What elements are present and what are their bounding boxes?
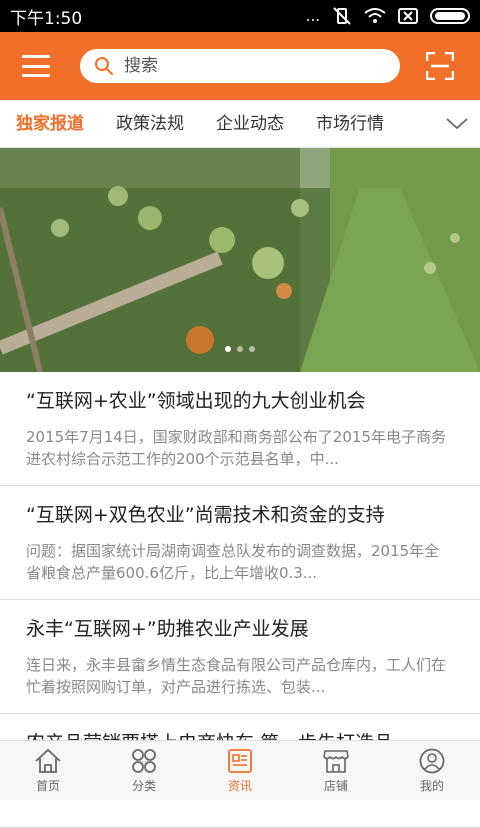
category-icon <box>132 748 156 773</box>
search-icon <box>95 57 113 75</box>
menu-button[interactable] <box>0 32 72 100</box>
tab-policy[interactable]: 政策法规 <box>100 100 200 148</box>
nav-category[interactable]: 分类 <box>96 741 192 800</box>
carousel-indicator <box>0 346 480 352</box>
carousel-dot <box>225 346 231 352</box>
news-summary: 2015年7月14日，国家财政部和商务部公布了2015年电子商务进农村综合示范工… <box>26 428 446 468</box>
no-sim-icon <box>398 8 418 24</box>
store-icon <box>323 749 349 773</box>
status-time: 下午1:50 <box>10 8 83 29</box>
chevron-down-icon <box>446 117 468 129</box>
nav-label: 首页 <box>35 778 60 793</box>
news-summary: 连日来，永丰县畲乡情生态食品有限公司产品仓库内，工人们在忙着按照网购订单，对产品… <box>26 656 447 696</box>
status-bar: 下午1:50 ... <box>0 0 480 32</box>
wifi-icon <box>364 8 386 23</box>
search-input[interactable] <box>124 56 364 76</box>
nav-label: 资讯 <box>227 778 252 793</box>
scan-icon <box>426 52 454 80</box>
nav-news[interactable]: 资讯 <box>192 741 288 800</box>
status-icons: ... <box>306 7 470 25</box>
nav-store[interactable]: 店铺 <box>288 741 384 800</box>
carousel-dot <box>237 346 243 352</box>
news-title: 永丰“互联网+”助推农业产业发展 <box>26 618 309 640</box>
tab-exclusive[interactable]: 独家报道 <box>0 100 100 148</box>
nav-profile[interactable]: 我的 <box>384 741 480 800</box>
hamburger-icon <box>22 55 50 77</box>
banner-image <box>0 148 480 372</box>
mute-vibrate-icon <box>333 7 351 25</box>
home-icon <box>35 748 61 773</box>
tab-market[interactable]: 市场行情 <box>300 100 400 148</box>
tab-company-news[interactable]: 企业动态 <box>200 100 300 148</box>
app-header <box>0 32 480 100</box>
list-item[interactable]: 永丰“互联网+”助推农业产业发展 连日来，永丰县畲乡情生态食品有限公司产品仓库内… <box>0 600 480 714</box>
category-tabs: 独家报道 政策法规 企业动态 市场行情 <box>0 100 480 148</box>
search-bar[interactable] <box>80 49 400 83</box>
scan-button[interactable] <box>400 32 480 100</box>
nav-label: 我的 <box>419 778 444 793</box>
battery-icon <box>430 8 470 24</box>
bottom-nav: 首页 分类 资讯 店铺 我的 <box>0 740 480 800</box>
banner-carousel[interactable] <box>0 148 480 372</box>
user-icon <box>419 748 445 773</box>
news-icon <box>228 748 252 773</box>
nav-label: 店铺 <box>323 778 348 793</box>
carousel-dot <box>249 346 255 352</box>
nav-label: 分类 <box>131 778 156 793</box>
list-item[interactable]: “互联网+农业”领域出现的九大创业机会 2015年7月14日，国家财政部和商务部… <box>0 372 480 486</box>
nav-home[interactable]: 首页 <box>0 741 96 800</box>
tabs-expand-button[interactable] <box>434 100 480 148</box>
list-item[interactable]: “互联网+双色农业”尚需技术和资金的支持 问题：据国家统计局湖南调查总队发布的调… <box>0 486 480 600</box>
news-summary: 问题：据国家统计局湖南调查总队发布的调查数据，2015年全省粮食总产量600.6… <box>26 542 440 582</box>
news-title: “互联网+双色农业”尚需技术和资金的支持 <box>26 504 385 526</box>
news-title: “互联网+农业”领域出现的九大创业机会 <box>26 390 366 412</box>
more-dots-icon: ... <box>305 7 320 25</box>
